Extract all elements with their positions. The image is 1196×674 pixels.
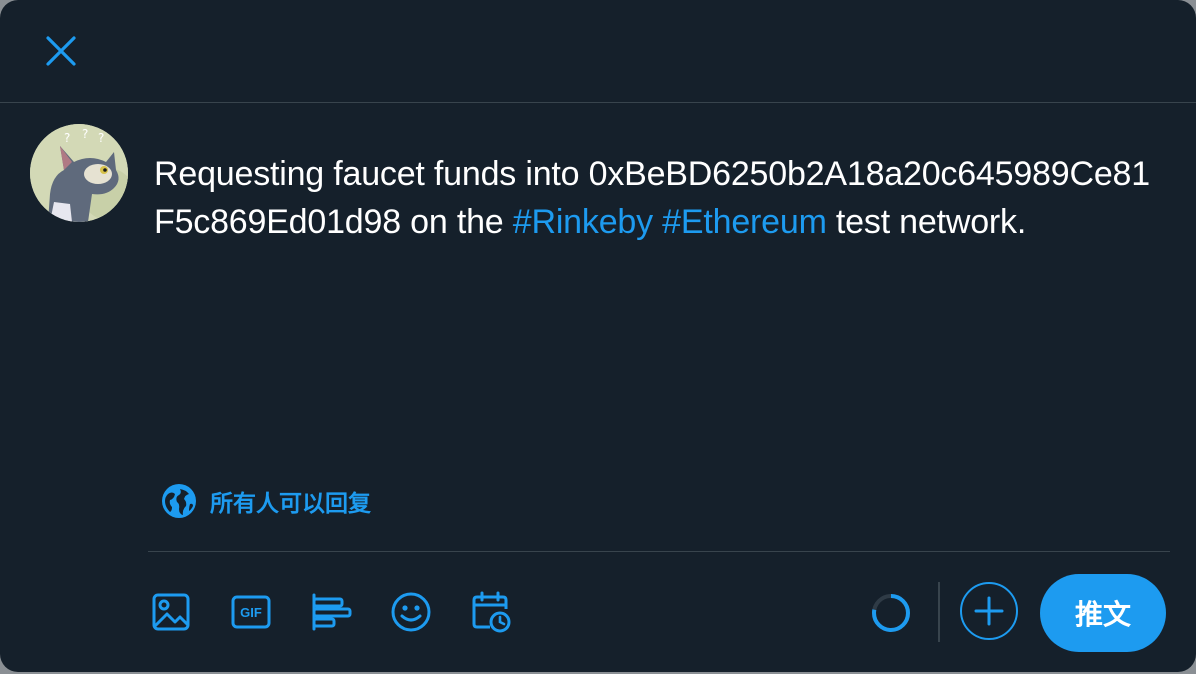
- globe-icon: [162, 484, 196, 518]
- avatar[interactable]: ? ? ?: [30, 124, 128, 222]
- close-button[interactable]: [38, 28, 84, 74]
- compose-tweet-modal: ? ? ? Requesting faucet funds into 0xBeB…: [0, 0, 1196, 672]
- toolbar-separator: [938, 582, 940, 642]
- compose-toolbar: GIF: [148, 584, 548, 640]
- modal-header: [0, 0, 1196, 103]
- plus-icon: [974, 596, 1004, 626]
- image-icon: [152, 593, 190, 631]
- character-count-ring: [872, 594, 910, 632]
- hashtag-spacer: [653, 203, 662, 241]
- gif-button[interactable]: GIF: [228, 589, 274, 635]
- hashtag-rinkeby[interactable]: #Rinkeby: [513, 203, 653, 241]
- schedule-button[interactable]: [468, 589, 514, 635]
- avatar-cat-icon: ? ? ?: [30, 124, 128, 222]
- poll-button[interactable]: [308, 589, 354, 635]
- tweet-button[interactable]: 推文: [1040, 574, 1166, 652]
- reply-setting-button[interactable]: 所有人可以回复: [160, 482, 371, 520]
- close-icon: [46, 36, 76, 66]
- hashtag-ethereum[interactable]: #Ethereum: [662, 203, 827, 241]
- gif-icon: GIF: [231, 595, 271, 629]
- svg-text:?: ?: [82, 127, 88, 141]
- poll-icon: [312, 593, 352, 631]
- add-thread-button[interactable]: [960, 582, 1018, 640]
- emoji-icon: [391, 592, 431, 632]
- gif-label: GIF: [240, 605, 262, 620]
- media-button[interactable]: [148, 589, 194, 635]
- tweet-body-text-end: test network.: [826, 203, 1027, 241]
- reply-setting-label: 所有人可以回复: [210, 490, 371, 516]
- svg-text:?: ?: [98, 131, 104, 145]
- svg-text:?: ?: [64, 131, 70, 145]
- toolbar-divider: [148, 551, 1170, 552]
- emoji-button[interactable]: [388, 589, 434, 635]
- schedule-icon: [472, 591, 511, 633]
- tweet-text-input[interactable]: Requesting faucet funds into 0xBeBD6250b…: [154, 150, 1164, 246]
